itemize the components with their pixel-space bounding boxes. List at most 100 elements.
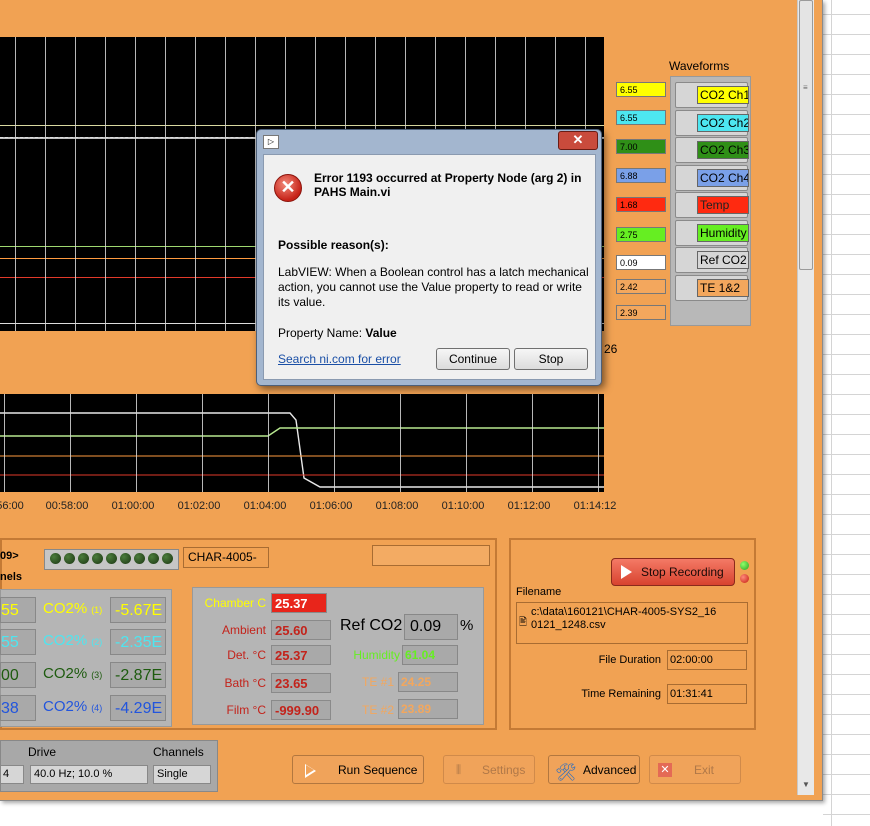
detail-traces	[0, 412, 604, 488]
time-remaining-label: Time Remaining	[581, 688, 661, 700]
file-duration-field[interactable]: 02:00:00	[667, 650, 747, 670]
co2-label-text: CO2%	[43, 665, 88, 682]
channel-led	[134, 553, 145, 564]
advanced-button[interactable]: 🛠 Advanced	[548, 755, 640, 784]
grid-line	[268, 394, 269, 492]
trace-white	[0, 412, 604, 488]
waveform-toggle-button[interactable]: Ref CO2	[675, 247, 749, 273]
co2-value: -2.87E	[110, 662, 166, 688]
exit-button[interactable]: ✕ Exit	[649, 755, 741, 784]
property-name-label: Property Name:	[278, 326, 366, 340]
waveform-value: 0.09	[616, 255, 666, 270]
chamber-label: Ambient	[221, 623, 266, 637]
partial-label: 09>	[0, 550, 19, 562]
error-title: Error 1193 occurred at Property Node (ar…	[314, 171, 582, 199]
x-tick: 00:58:00	[45, 500, 89, 512]
waveform-toggle-button[interactable]: CO2 Ch4	[675, 164, 749, 191]
x-tick: 01:12:00	[507, 500, 551, 512]
te2-label: TE #2	[361, 703, 394, 717]
waveform-toggle-label: Humidity	[697, 223, 749, 242]
co2-channel-label: CO2% (4)	[43, 698, 102, 715]
grid-line	[466, 394, 467, 492]
x-tick: 01:06:00	[309, 500, 353, 512]
waveform-toggle-button[interactable]: Humidity	[675, 219, 749, 246]
status-red-led	[740, 574, 749, 583]
channels-label: Channels	[153, 745, 204, 759]
close-button[interactable]: ✕	[558, 131, 598, 150]
advanced-label: Advanced	[583, 763, 637, 777]
trace-green	[0, 427, 604, 437]
co2-label-text: CO2%	[43, 632, 88, 649]
run-sequence-button[interactable]: Run Sequence	[292, 755, 424, 784]
grid-line	[105, 37, 106, 331]
settings-label: Settings	[482, 763, 526, 777]
waveform-value: 2.39	[616, 305, 666, 320]
chamber-label: Det. °C	[227, 648, 266, 662]
run-sequence-label: Run Sequence	[338, 763, 418, 777]
waveform-toggle-button[interactable]: CO2 Ch3	[675, 137, 749, 163]
status-green-led	[740, 561, 749, 570]
waveform-value: 7.00	[616, 139, 666, 154]
co2-channel-number: (1)	[91, 605, 103, 615]
channel-led	[92, 553, 103, 564]
x-tick: 01:10:00	[441, 500, 485, 512]
channels-header: nels	[0, 571, 23, 583]
waveform-toggle-button[interactable]: CO2 Ch2	[675, 109, 749, 136]
humidity-value: 61.04	[402, 645, 458, 665]
waveform-toggle-label: Ref CO2	[697, 251, 749, 269]
labview-front-panel: 26 56:00 00:58:00 01:00:00 01:02:00 01:0…	[0, 0, 823, 801]
humidity-label: Humidity	[353, 648, 400, 662]
channel-led	[148, 553, 159, 564]
scroll-down-arrow-icon[interactable]: ▼	[800, 780, 812, 792]
co2-value: -4.29E	[110, 695, 166, 721]
search-ni-link[interactable]: Search ni.com for error	[278, 352, 401, 366]
drive-index-field: 4	[0, 765, 24, 784]
play-icon	[621, 565, 632, 579]
channel-led	[120, 553, 131, 564]
grid-line	[400, 394, 401, 492]
filename-field[interactable]: 🖹 c:\data\160121\CHAR-4005-SYS2_160121_1…	[516, 602, 748, 644]
waveform-value: 2.75	[616, 227, 666, 242]
settings-button[interactable]: ⫼ Settings	[443, 755, 535, 784]
co2-raw-value: 55	[0, 629, 36, 655]
grid-line	[532, 394, 533, 492]
co2-raw-value: 00	[0, 662, 36, 688]
stop-recording-button[interactable]: Stop Recording	[611, 558, 735, 586]
chamber-value: 23.65	[271, 673, 331, 693]
labview-app-icon: ▷	[263, 135, 279, 149]
channel-led	[106, 553, 117, 564]
co2-value: -2.35E	[110, 629, 166, 655]
te1-label: TE #1	[361, 675, 394, 689]
stop-recording-label: Stop Recording	[641, 565, 724, 579]
possible-reasons-heading: Possible reason(s):	[278, 238, 389, 252]
waveform-toggle-button[interactable]: CO2 Ch1	[675, 82, 749, 108]
dialog-body: ✕ Error 1193 occurred at Property Node (…	[263, 154, 596, 380]
channel-led	[50, 553, 61, 564]
continue-button[interactable]: Continue	[436, 348, 510, 370]
filename-label: Filename	[516, 586, 562, 598]
co2-label-text: CO2%	[43, 698, 88, 715]
x-tick: 01:08:00	[375, 500, 419, 512]
close-icon: ✕	[658, 763, 672, 777]
stop-button[interactable]: Stop	[514, 348, 588, 370]
waveform-toggle-label: CO2 Ch1	[697, 86, 749, 104]
waveform-chart-detail	[0, 394, 604, 492]
grid-line	[202, 394, 203, 492]
chamber-value: 25.37	[271, 593, 327, 613]
waveform-toggle-button[interactable]: TE 1&2	[675, 274, 749, 301]
grid-line	[195, 37, 196, 331]
scrollbar-thumb[interactable]	[799, 0, 813, 270]
x-tick: 01:00:00	[111, 500, 155, 512]
device-name-field[interactable]: CHAR-4005-	[183, 547, 269, 568]
scale-value: 26	[604, 342, 618, 356]
waveforms-title: Waveforms	[669, 59, 730, 73]
chamber-label: Chamber C	[204, 596, 266, 610]
waveform-toggle-label: CO2 Ch3	[697, 141, 749, 159]
ref-co2-label: Ref CO2	[340, 617, 403, 634]
grid-line	[225, 37, 226, 331]
waveform-toggle-button[interactable]: Temp	[675, 192, 749, 218]
co2-channel-label: CO2% (2)	[43, 632, 102, 649]
co2-channel-number: (3)	[91, 670, 103, 680]
co2-label-text: CO2%	[43, 600, 88, 617]
waveform-toggle-label: CO2 Ch4	[697, 168, 749, 187]
